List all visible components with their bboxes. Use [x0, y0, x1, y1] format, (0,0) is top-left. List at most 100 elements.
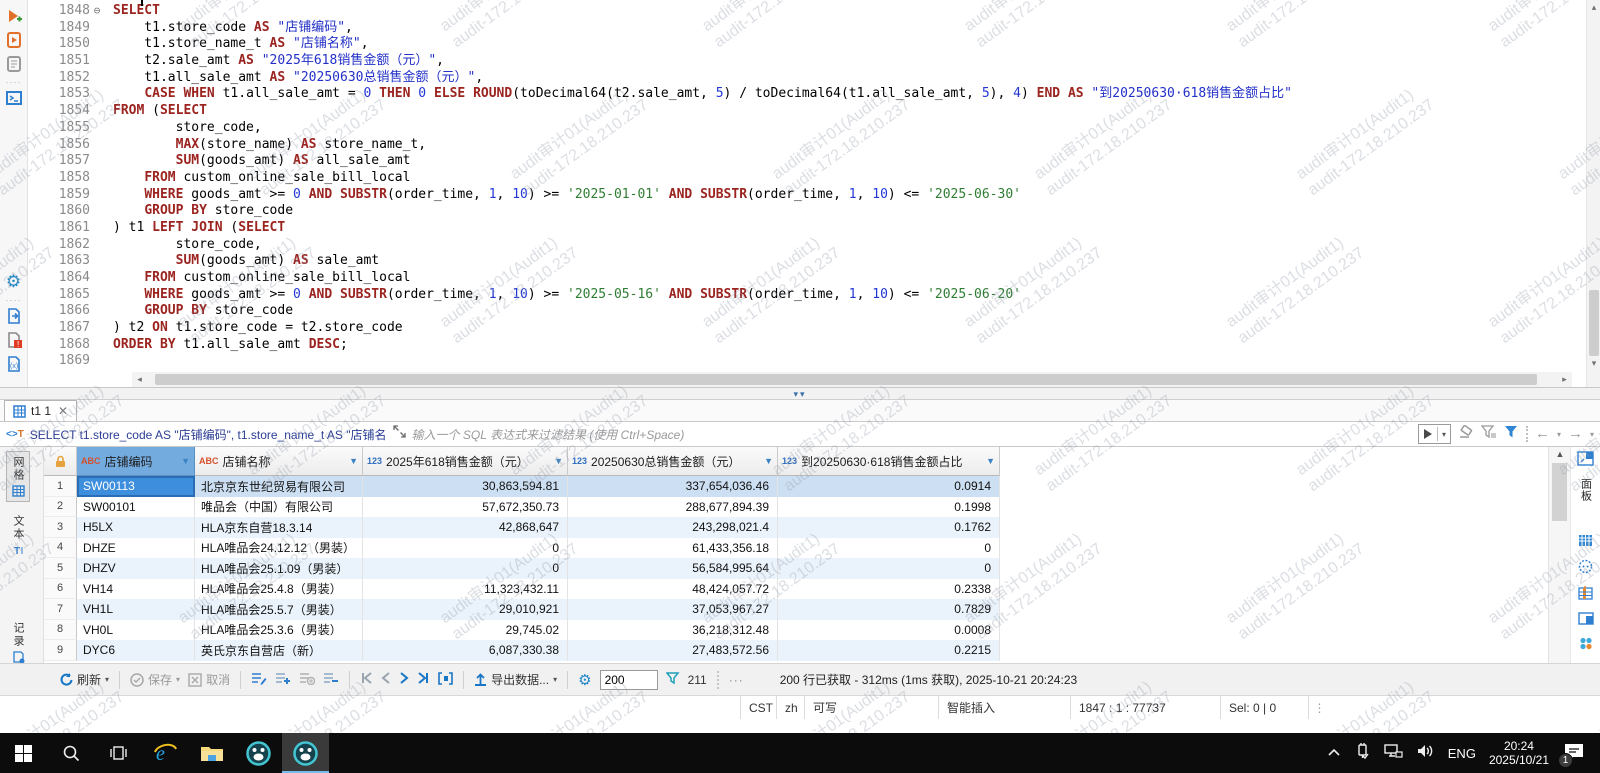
- edit-cell-icon[interactable]: [251, 671, 267, 688]
- calc-panel-icon[interactable]: [1578, 534, 1593, 552]
- table-row[interactable]: 5DHZVHLA唯品会25.1.09（男装）056,584,995.640: [44, 558, 1548, 579]
- grid-corner-cell[interactable]: [44, 447, 77, 476]
- grid-cell[interactable]: 27,483,572.56: [568, 640, 778, 661]
- action-center-button[interactable]: 1: [1562, 740, 1588, 766]
- column-dropdown-icon[interactable]: ▼: [980, 456, 995, 466]
- script-icon[interactable]: [4, 54, 24, 74]
- row-number[interactable]: 4: [44, 538, 77, 559]
- row-filter-icon[interactable]: [666, 672, 680, 688]
- table-row[interactable]: 9DYC6英氏京东自营店（新）6,087,330.3827,483,572.56…: [44, 640, 1548, 661]
- grid-cell[interactable]: 29,745.02: [363, 620, 568, 641]
- row-number[interactable]: 2: [44, 497, 77, 518]
- filter-input[interactable]: 输入一个 SQL 表达式来过滤结果 (使用 Ctrl+Space): [412, 426, 1412, 443]
- code-line[interactable]: 1865 WHERE goods_amt >= 0 AND SUBSTR(ord…: [28, 287, 1586, 304]
- grid-cell[interactable]: 唯品会（中国）有限公司: [195, 497, 363, 518]
- statusbar-caret-position[interactable]: 1847 : 1 : 77737: [1070, 696, 1220, 719]
- grid-cell[interactable]: 0.1762: [778, 517, 1000, 538]
- code-line[interactable]: 1854FROM (SELECT: [28, 103, 1586, 120]
- remove-filter-icon[interactable]: [1481, 425, 1497, 444]
- grid-cell[interactable]: HLA唯品会24.12.12（男装）: [195, 538, 363, 559]
- table-row[interactable]: 2SW00101唯品会（中国）有限公司57,672,350.73288,677,…: [44, 497, 1548, 518]
- code-line[interactable]: 1869: [28, 353, 1586, 370]
- settings-gear-icon[interactable]: ⚙: [4, 272, 24, 292]
- network-icon[interactable]: [1383, 743, 1403, 764]
- usb-icon[interactable]: [1354, 742, 1370, 765]
- grid-cell[interactable]: 0: [363, 558, 568, 579]
- column-dropdown-icon[interactable]: ▼: [758, 456, 773, 466]
- grid-cell[interactable]: 0.1998: [778, 497, 1000, 518]
- grid-rows[interactable]: 1SW00113北京京东世纪贸易有限公司30,863,594.81337,654…: [44, 476, 1548, 661]
- grid-cell[interactable]: 48,424,057.72: [568, 579, 778, 600]
- code-line[interactable]: 1867) t2 ON t1.store_code = t2.store_cod…: [28, 320, 1586, 337]
- language-indicator[interactable]: ENG: [1448, 746, 1476, 761]
- table-row[interactable]: 1SW00113北京京东世纪贸易有限公司30,863,594.81337,654…: [44, 476, 1548, 497]
- export-data-button[interactable]: 导出数据... ▾: [474, 671, 557, 688]
- code-line[interactable]: 1862 store_code,: [28, 237, 1586, 254]
- grid-cell[interactable]: 英氏京东自营店（新）: [195, 640, 363, 661]
- grid-cell[interactable]: 61,433,356.18: [568, 538, 778, 559]
- grid-vertical-scrollbar[interactable]: ▲: [1548, 447, 1570, 663]
- execute-script-icon[interactable]: [4, 30, 24, 50]
- statusbar-insert-mode[interactable]: 智能插入: [938, 696, 1070, 719]
- row-number[interactable]: 5: [44, 558, 77, 579]
- close-icon[interactable]: ✕: [58, 404, 68, 418]
- table-row[interactable]: 7VH1LHLA唯品会25.5.7（男装）29,010,92137,053,96…: [44, 599, 1548, 620]
- forward-arrow-icon[interactable]: →: [1568, 427, 1583, 441]
- editor-vertical-scrollbar[interactable]: ▴ ▾: [1586, 0, 1600, 387]
- internet-explorer-button[interactable]: e: [141, 733, 188, 773]
- data-grid[interactable]: ABC店铺编码▼ABC店铺名称▼1232025年618销售金额（元）▼12320…: [44, 447, 1548, 663]
- editor-horizontal-scrollbar[interactable]: ◂ ▸: [132, 372, 1572, 387]
- code-line[interactable]: 1868ORDER BY t1.all_sale_amt DESC;: [28, 337, 1586, 354]
- statusbar-language[interactable]: zh: [776, 696, 804, 719]
- grid-cell[interactable]: 0.0008: [778, 620, 1000, 641]
- metadata-panel-icon[interactable]: [1578, 586, 1593, 605]
- column-header-5[interactable]: 123到20250630·618销售金额占比▼: [778, 447, 1000, 476]
- vscroll-thumb[interactable]: [1589, 290, 1599, 356]
- save-button[interactable]: 保存 ▾: [130, 671, 180, 688]
- sql-console-icon[interactable]: [4, 88, 24, 108]
- code-line[interactable]: 1859 WHERE goods_amt >= 0 AND SUBSTR(ord…: [28, 187, 1586, 204]
- grid-cell[interactable]: VH1L: [77, 599, 195, 620]
- scroll-up-icon[interactable]: ▴: [1587, 2, 1600, 13]
- filter-sql-text[interactable]: SELECT t1.store_code AS "店铺编码", t1.store…: [30, 426, 387, 443]
- grid-cell[interactable]: 29,010,921: [363, 599, 568, 620]
- grid-cell[interactable]: 56,584,995.64: [568, 558, 778, 579]
- grid-cell[interactable]: 0: [363, 538, 568, 559]
- grid-cell[interactable]: 0.2215: [778, 640, 1000, 661]
- table-row[interactable]: 6VH14HLA唯品会25.4.8（男装）11,323,432.1148,424…: [44, 579, 1548, 600]
- tab-record[interactable]: 记录: [6, 617, 30, 663]
- hscroll-thumb[interactable]: [155, 374, 1537, 385]
- grid-cell[interactable]: 0.0914: [778, 476, 1000, 497]
- file-error-icon[interactable]: !: [4, 330, 24, 350]
- grid-cell[interactable]: HLA京东自营18.3.14: [195, 517, 363, 538]
- statusbar-writable-status[interactable]: 可写: [804, 696, 938, 719]
- code-line[interactable]: 1863 SUM(goods_amt) AS sale_amt: [28, 253, 1586, 270]
- column-header-1[interactable]: ABC店铺编码▼: [77, 447, 195, 476]
- grid-cell[interactable]: 0.2338: [778, 579, 1000, 600]
- row-number[interactable]: 9: [44, 640, 77, 661]
- grid-cell[interactable]: 30,863,594.81: [363, 476, 568, 497]
- export-dropdown-icon[interactable]: ▾: [553, 675, 557, 684]
- grid-cell[interactable]: HLA唯品会25.5.7（男装）: [195, 599, 363, 620]
- code-line[interactable]: 1857 SUM(goods_amt) AS all_sale_amt: [28, 153, 1586, 170]
- statusbar-selection-info[interactable]: Sel: 0 | 0: [1220, 696, 1308, 719]
- scroll-up-icon[interactable]: ▲: [1549, 449, 1571, 459]
- forward-dropdown-icon[interactable]: ▾: [1590, 430, 1594, 439]
- grid-cell[interactable]: 6,087,330.38: [363, 640, 568, 661]
- delete-row-icon[interactable]: [323, 671, 339, 688]
- code-line[interactable]: 1860 GROUP BY store_code: [28, 203, 1586, 220]
- grid-cell[interactable]: HLA唯品会25.3.6（男装）: [195, 620, 363, 641]
- next-page-icon[interactable]: [399, 672, 409, 687]
- column-dropdown-icon[interactable]: ▼: [175, 456, 190, 466]
- statusbar-timezone[interactable]: CST: [740, 696, 776, 719]
- code-line[interactable]: 1852 t1.all_sale_amt AS "20250630总销售金额（元…: [28, 70, 1586, 87]
- statusbar-overflow-icon[interactable]: ⋮: [1308, 696, 1330, 719]
- speaker-icon[interactable]: [1416, 743, 1435, 764]
- refresh-button[interactable]: 刷新 ▾: [58, 671, 109, 688]
- references-panel-icon[interactable]: [1579, 637, 1593, 655]
- grid-cell[interactable]: 37,053,967.27: [568, 599, 778, 620]
- code-line[interactable]: 1864 FROM custom_online_sale_bill_local: [28, 270, 1586, 287]
- grid-cell[interactable]: HLA唯品会25.4.8（男装）: [195, 579, 363, 600]
- grid-cell[interactable]: 11,323,432.11: [363, 579, 568, 600]
- column-header-2[interactable]: ABC店铺名称▼: [195, 447, 363, 476]
